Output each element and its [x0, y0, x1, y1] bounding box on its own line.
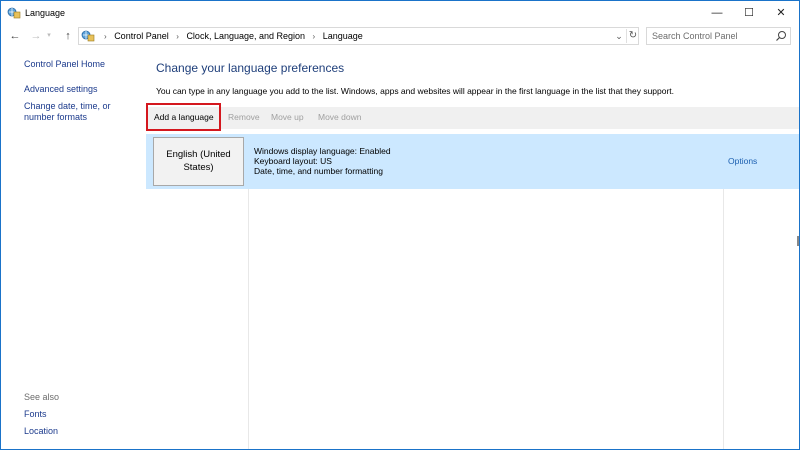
back-button[interactable]: ←: [7, 28, 23, 44]
address-bar[interactable]: › Control Panel › Clock, Language, and R…: [78, 27, 639, 45]
move-down-button[interactable]: Move down: [318, 112, 361, 122]
scrollbar-edge[interactable]: [797, 236, 799, 246]
see-also-heading: See also: [24, 392, 60, 402]
breadcrumb-control-panel[interactable]: Control Panel: [114, 31, 169, 41]
move-up-button[interactable]: Move up: [271, 112, 304, 122]
fonts-link[interactable]: Fonts: [24, 409, 142, 420]
refresh-icon: ↻: [628, 30, 638, 41]
language-toolbar: Add a language Remove Move up Move down: [146, 107, 799, 129]
breadcrumb-language[interactable]: Language: [323, 31, 363, 41]
breadcrumb-clock-language-region[interactable]: Clock, Language, and Region: [186, 31, 305, 41]
minimize-button[interactable]: —: [701, 1, 733, 25]
language-name-tile: English (United States): [153, 137, 244, 186]
page-title: Change your language preferences: [156, 61, 345, 75]
recent-locations-button[interactable]: ▾: [44, 28, 54, 44]
title-bar: Language — ☐ ✕: [1, 1, 799, 25]
forward-button[interactable]: →: [28, 28, 44, 44]
control-panel-icon: [81, 30, 95, 42]
control-panel-home-link[interactable]: Control Panel Home: [24, 59, 142, 70]
up-button[interactable]: ↑: [60, 28, 76, 44]
left-pane: Control Panel Home Advanced settings Cha…: [1, 47, 146, 449]
breadcrumb: › Control Panel › Clock, Language, and R…: [99, 31, 363, 41]
arrow-up-icon: ↑: [65, 30, 71, 42]
page-description: You can type in any language you add to …: [156, 86, 675, 96]
advanced-settings-link[interactable]: Advanced settings: [24, 84, 142, 95]
arrow-left-icon: ←: [9, 30, 21, 42]
column-divider: [248, 189, 249, 449]
location-link[interactable]: Location: [24, 426, 142, 437]
language-app-icon: [7, 7, 21, 19]
navigation-bar: ← → ▾ ↑ › Control Panel › Clock, Languag…: [1, 25, 799, 47]
change-date-time-link[interactable]: Change date, time, or number formats: [24, 101, 142, 123]
language-window: Language — ☐ ✕ ← → ▾ ↑ › Control Panel ›…: [0, 0, 800, 450]
refresh-button[interactable]: ↻: [626, 29, 639, 43]
language-details: Windows display language: Enabled Keyboa…: [254, 146, 391, 176]
breadcrumb-separator-icon[interactable]: ›: [313, 32, 316, 41]
language-options-link[interactable]: Options: [728, 156, 757, 166]
close-button[interactable]: ✕: [765, 1, 797, 25]
maximize-button[interactable]: ☐: [733, 1, 765, 25]
language-list-item[interactable]: English (United States) Windows display …: [146, 134, 799, 189]
breadcrumb-separator-icon: ›: [104, 32, 107, 41]
keyboard-layout-info: Keyboard layout: US: [254, 156, 332, 166]
address-dropdown-button[interactable]: ⌄: [613, 29, 625, 43]
display-language-status: Windows display language: Enabled: [254, 146, 391, 156]
remove-button[interactable]: Remove: [228, 112, 260, 122]
arrow-right-icon: →: [30, 30, 42, 42]
chevron-down-icon: ⌄: [615, 31, 623, 41]
column-divider: [723, 189, 724, 449]
window-title: Language: [25, 8, 66, 18]
search-box[interactable]: [646, 27, 791, 45]
add-language-highlight-box: [146, 103, 221, 131]
breadcrumb-separator-icon[interactable]: ›: [176, 32, 179, 41]
search-icon[interactable]: [775, 30, 787, 42]
formatting-info: Date, time, and number formatting: [254, 166, 383, 176]
chevron-down-icon: ▾: [47, 32, 51, 39]
search-input[interactable]: [647, 28, 777, 44]
